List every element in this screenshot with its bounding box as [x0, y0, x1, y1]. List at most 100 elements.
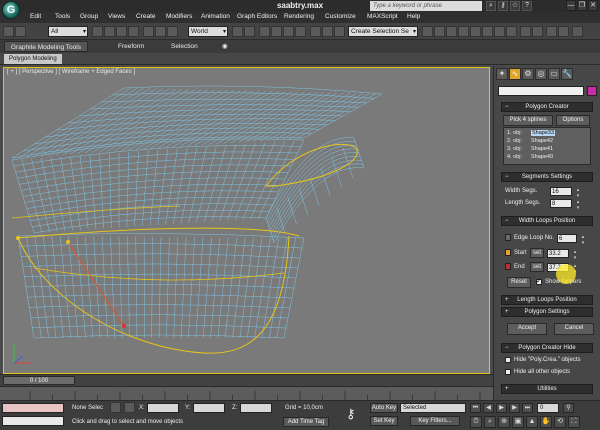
go-to-end-icon[interactable]: ⏭ [522, 403, 533, 413]
length-loops-rollout[interactable]: Length Loops Position [501, 295, 593, 305]
z-coordinate-field[interactable] [240, 403, 272, 413]
helper-point[interactable] [66, 240, 70, 244]
search-input[interactable]: Type a keyword or phrase [370, 1, 482, 11]
edge-loop-spinner[interactable]: 6 [557, 234, 585, 246]
pan-icon[interactable]: ✋ [540, 416, 552, 428]
app-logo-icon[interactable]: G [2, 1, 20, 19]
edit-named-selection-icon[interactable] [310, 26, 321, 37]
menu-modifiers[interactable]: Modifiers [166, 13, 192, 20]
render-teapot-icon[interactable] [520, 26, 531, 37]
move-icon[interactable] [143, 26, 154, 37]
rendered-frame-icon[interactable] [494, 26, 505, 37]
create-tab-icon[interactable]: ✦ [496, 68, 508, 80]
reference-coordinate-dropdown[interactable]: World [188, 26, 228, 37]
menu-help[interactable]: Help [407, 13, 420, 20]
helper-point[interactable] [122, 324, 126, 328]
display-tab-icon[interactable]: ▭ [548, 68, 560, 80]
window-crossing-icon[interactable] [128, 26, 139, 37]
tab-selection[interactable]: Selection [165, 41, 204, 52]
time-slider-track[interactable]: 0 / 100 [0, 374, 493, 386]
menu-views[interactable]: Views [108, 13, 125, 20]
environment-icon[interactable] [532, 26, 543, 37]
spinner-snap-icon[interactable] [295, 26, 306, 37]
pick-splines-button[interactable]: Pick 4 splines [503, 115, 553, 126]
track-bar[interactable] [0, 386, 493, 400]
schematic-view-icon[interactable] [458, 26, 469, 37]
rotate-icon[interactable] [155, 26, 166, 37]
object-color-swatch[interactable] [587, 86, 597, 96]
tab-polygon-modeling[interactable]: Polygon Modeling [4, 54, 62, 64]
y-coordinate-field[interactable] [193, 403, 225, 413]
next-frame-icon[interactable]: ▶ [509, 403, 520, 413]
menu-edit[interactable]: Edit [30, 13, 41, 20]
polygon-creator-rollout[interactable]: Polygon Creator [501, 102, 593, 112]
utilities-tab-icon[interactable]: 🔧 [561, 68, 573, 80]
zoom-extents-icon[interactable]: ▣ [512, 416, 524, 428]
menu-animation[interactable]: Animation [201, 13, 230, 20]
layer-manager-icon[interactable] [422, 26, 433, 37]
length-segs-spinner[interactable]: 8 [550, 199, 580, 211]
menu-group[interactable]: Group [80, 13, 98, 20]
close-button[interactable]: ✕ [588, 0, 598, 11]
curve-editor-icon[interactable] [446, 26, 457, 37]
tab-graphite-modeling-tools[interactable]: Graphite Modeling Tools [4, 41, 88, 52]
list-item[interactable]: 1. obj: Shape33 [507, 130, 556, 136]
binoculars-icon[interactable]: ⌕ [486, 1, 496, 11]
field-of-view-icon[interactable]: ▲ [526, 416, 538, 428]
selection-filter-dropdown[interactable]: All [48, 26, 88, 37]
material-editor-icon[interactable] [470, 26, 481, 37]
play-icon[interactable]: ▶ [496, 403, 507, 413]
modify-tab-icon[interactable]: ∿ [509, 68, 521, 80]
polygon-creator-hide-rollout[interactable]: Polygon Creator Hide [501, 343, 593, 353]
set-key-button[interactable]: Set Key [370, 416, 398, 426]
start-set-button[interactable]: set [530, 248, 544, 258]
previous-frame-icon[interactable]: ◀ [483, 403, 494, 413]
end-set-button[interactable]: set [530, 262, 544, 272]
accept-button[interactable]: Accept [507, 323, 547, 335]
minimize-button[interactable]: — [566, 0, 576, 11]
show-helpers-checkbox[interactable] [536, 277, 542, 285]
menu-create[interactable]: Create [136, 13, 156, 20]
time-slider[interactable]: 0 / 100 [3, 376, 75, 385]
list-item[interactable]: 4. obj: Shape40 [507, 154, 553, 160]
segments-settings-rollout[interactable]: Segments Settings [501, 172, 593, 182]
activeshade-icon[interactable] [546, 26, 557, 37]
render-production-icon[interactable] [506, 26, 517, 37]
key-filters-button[interactable]: Key Filters... [410, 416, 460, 426]
x-coordinate-field[interactable] [147, 403, 179, 413]
named-selection-dropdown[interactable]: Create Selection Se [348, 26, 418, 37]
zoom-all-icon[interactable]: ⊕ [498, 416, 510, 428]
options-button[interactable]: Options [556, 115, 590, 126]
snap-icon[interactable] [259, 26, 270, 37]
spline-list[interactable]: 1. obj: Shape33 2. obj: Shape42 3. obj: Sha… [503, 127, 591, 165]
ribbon-minimize-icon[interactable]: ◉ [220, 41, 230, 52]
key-icon[interactable]: ⚷ [346, 406, 356, 422]
go-to-start-icon[interactable]: ⏮ [470, 403, 481, 413]
graphite-toggle-icon[interactable] [434, 26, 445, 37]
maximize-viewport-icon[interactable]: ⛶ [568, 416, 580, 428]
list-item[interactable]: 2. obj: Shape42 [507, 138, 553, 144]
car-wireframe[interactable] [4, 68, 490, 374]
select-by-name-icon[interactable] [104, 26, 115, 37]
utilities-rollout[interactable]: Utilities [501, 384, 593, 394]
list-item[interactable]: 3. obj: Shape41 [507, 146, 553, 152]
key-mode-toggle-icon[interactable]: ⚲ [563, 403, 574, 413]
maxscript-listener-field[interactable] [2, 403, 64, 413]
reset-button[interactable]: Reset [507, 277, 531, 288]
cancel-button[interactable]: Cancel [554, 323, 594, 335]
width-loops-rollout[interactable]: Width Loops Position [501, 216, 593, 226]
perspective-viewport[interactable]: [ + ] [ Perspective ] [ Wireframe + Edge… [3, 67, 490, 374]
angle-snap-icon[interactable] [271, 26, 282, 37]
lock-selection-icon[interactable] [110, 402, 121, 413]
menu-tools[interactable]: Tools [55, 13, 70, 20]
auto-key-button[interactable]: Auto Key [370, 403, 398, 413]
menu-rendering[interactable]: Rendering [284, 13, 314, 20]
render-setup-icon[interactable] [482, 26, 493, 37]
menu-maxscript[interactable]: MAXScript [367, 13, 398, 20]
rect-selection-icon[interactable] [116, 26, 127, 37]
hierarchy-tab-icon[interactable]: ⚙ [522, 68, 534, 80]
time-configuration-icon[interactable]: ⏱ [470, 416, 482, 428]
redo-icon[interactable] [15, 26, 26, 37]
add-time-tag-button[interactable]: Add Time Tag [283, 417, 329, 427]
width-segs-spinner[interactable]: 16 [550, 187, 580, 199]
